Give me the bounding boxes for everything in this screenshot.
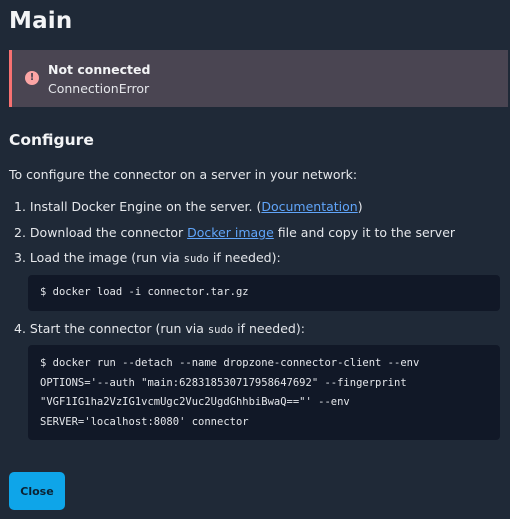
code-line: OPTIONS='--auth "main:628318530717958647… [40,376,407,389]
connection-error-alert: ! Not connected ConnectionError [9,50,508,107]
run-command-block: $ docker run --detach --name dropzone-co… [28,345,500,440]
docker-image-link[interactable]: Docker image [187,225,274,240]
step-2: 2. Download the connector Docker image f… [14,225,455,240]
code-line: $ docker run --detach --name dropzone-co… [40,357,420,369]
exclamation-icon: ! [25,71,39,85]
step-1: 1. Install Docker Engine on the server. … [14,199,363,214]
step-text: Install Docker Engine on the server. ( [29,199,262,214]
step-text: Start the connector (run via [29,321,208,336]
step-number: 3. [14,250,26,265]
code-line: "VGF1IG1ha2VzIG1vcmUgc2Vuc2UgdGhhbiBwaQ=… [40,396,350,408]
step-text: Load the image (run via [29,250,184,265]
step-3: 3. Load the image (run via sudo if neede… [14,250,281,265]
load-command-block: $ docker load -i connector.tar.gz [28,275,500,311]
step-number: 4. [14,321,26,336]
step-text: ) [357,199,363,214]
step-4: 4. Start the connector (run via sudo if … [14,321,305,336]
step-number: 2. [14,225,26,240]
inline-code-sudo: sudo [183,253,209,265]
configure-intro: To configure the connector on a server i… [9,167,358,182]
inline-code-sudo: sudo [207,324,234,336]
code-line: $ docker load -i connector.tar.gz [40,286,249,298]
step-text: if needed): [208,250,281,265]
step-text: file and copy it to the server [273,225,456,240]
configure-heading: Configure [9,131,94,149]
step-text: Download the connector [29,225,188,240]
close-button[interactable]: Close [9,472,65,510]
code-line: SERVER='localhost:8080' connector [40,415,249,428]
step-number: 1. [14,199,26,214]
alert-message: ConnectionError [48,81,150,96]
alert-title: Not connected [48,62,151,77]
documentation-link[interactable]: Documentation [261,199,357,214]
page-title: Main [9,8,73,34]
step-text: if needed): [233,321,305,336]
